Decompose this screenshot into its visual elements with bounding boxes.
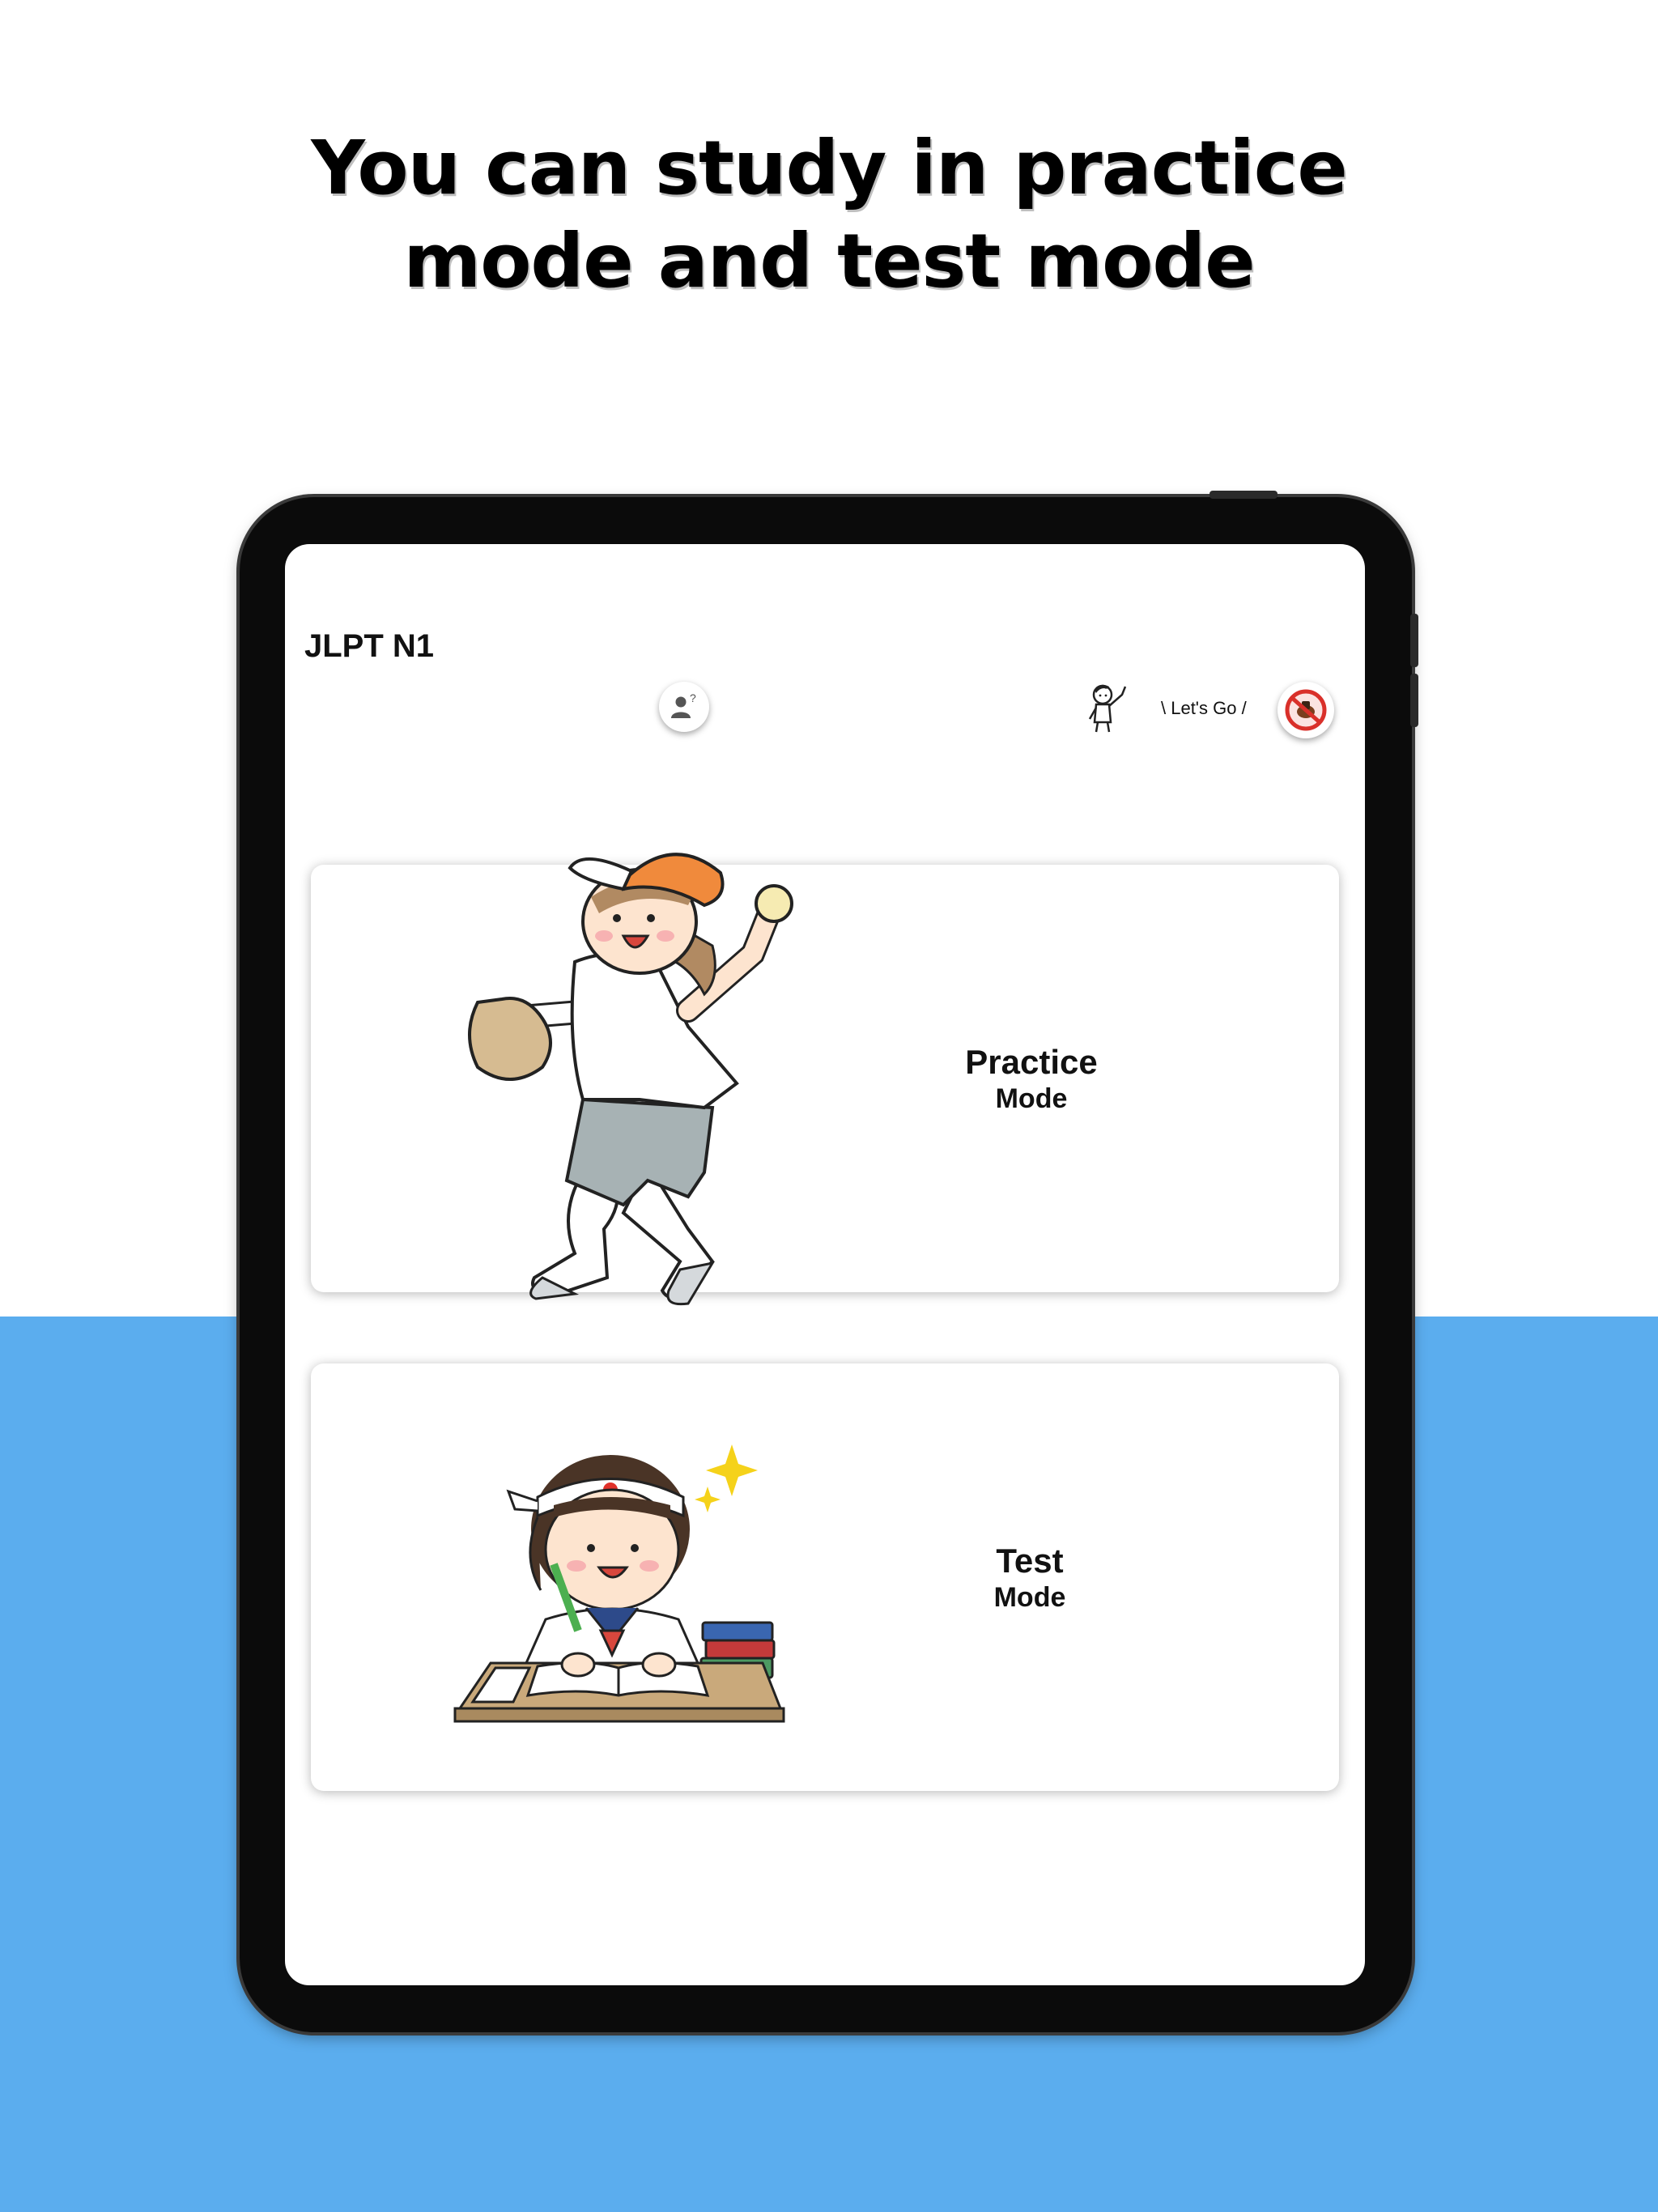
app-screen: JLPT N1 ? \ Let's Go / Practice Mode Tes… — [285, 544, 1365, 1985]
practice-mode-title: Practice — [965, 1043, 1098, 1081]
pitcher-illustration — [468, 853, 793, 1306]
practice-mode-subtitle: Mode — [995, 1083, 1068, 1114]
tablet-volume-down-button — [1410, 674, 1418, 727]
svg-text:?: ? — [690, 691, 696, 704]
no-ads-button[interactable] — [1278, 682, 1334, 738]
person-question-icon: ? — [671, 691, 696, 718]
headline-line-1: You can study in practice — [311, 125, 1348, 211]
pointing-boy-icon — [1088, 684, 1127, 733]
no-ads-icon — [1285, 689, 1327, 731]
app-title: JLPT N1 — [304, 628, 435, 664]
profile-help-button[interactable]: ? — [659, 682, 709, 732]
tablet-top-button — [1209, 491, 1278, 499]
test-mode-card[interactable]: Test Mode — [311, 1363, 1339, 1791]
student-studying-illustration — [453, 1444, 785, 1723]
test-mode-subtitle: Mode — [993, 1582, 1066, 1613]
test-mode-title: Test — [996, 1542, 1064, 1580]
headline-line-2: mode and test mode — [403, 218, 1255, 304]
lets-go-label: \ Let's Go / — [1161, 698, 1247, 718]
promo-headline: You can study in practice mode and test … — [0, 121, 1658, 308]
tablet-volume-up-button — [1410, 614, 1418, 667]
